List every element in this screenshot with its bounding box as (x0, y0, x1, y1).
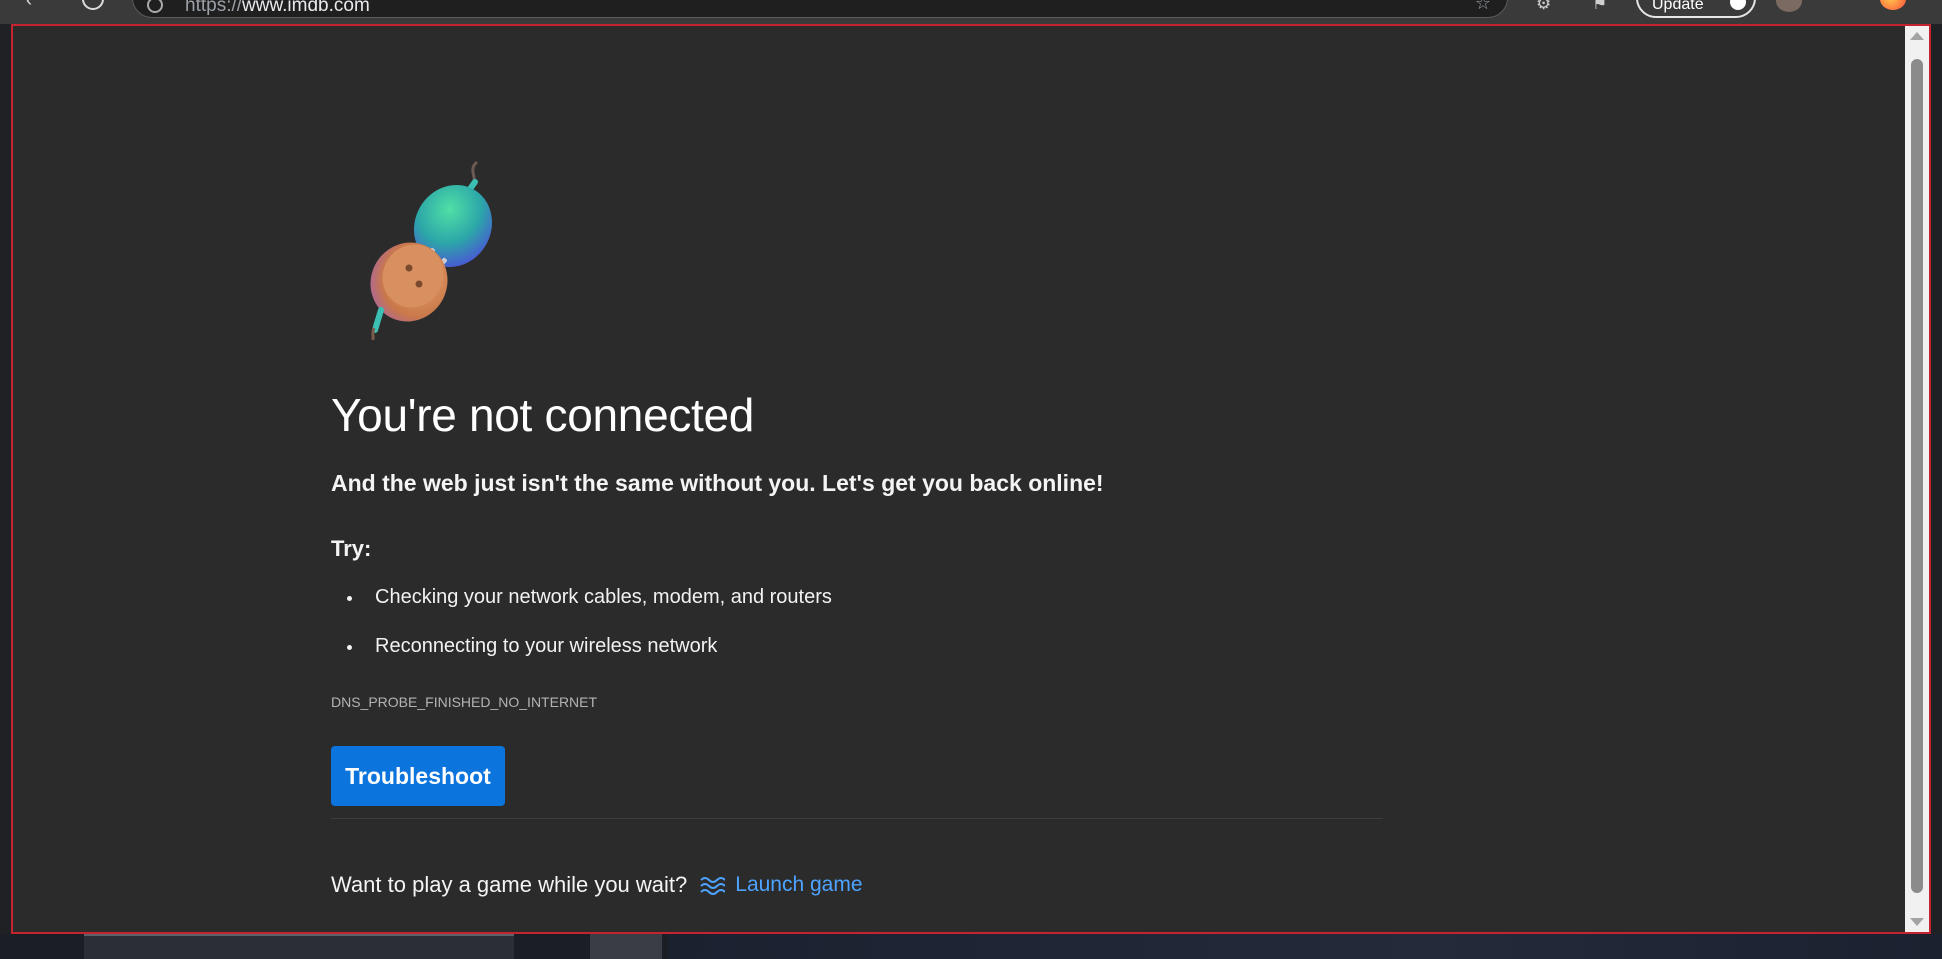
divider (331, 818, 1383, 819)
favorites-icon[interactable]: ⚑ (1592, 0, 1607, 14)
page-title: You're not connected (331, 389, 755, 441)
taskbar (0, 934, 1942, 959)
page-viewport: You're not connected And the web just is… (11, 24, 1931, 934)
page-subtitle: And the web just isn't the same without … (331, 470, 1104, 496)
waves-icon[interactable] (699, 874, 726, 896)
info-icon (1730, 0, 1746, 10)
suggestion-list: Checking your network cables, modem, and… (331, 586, 832, 684)
favorite-star-icon[interactable]: ☆ (1475, 0, 1491, 14)
scroll-up-arrow-icon[interactable] (1910, 32, 1924, 40)
copilot-icon[interactable] (1880, 0, 1906, 10)
site-info-icon[interactable] (147, 0, 163, 13)
extensions-icon[interactable]: ⚙ (1536, 0, 1551, 14)
update-button[interactable]: Update (1636, 0, 1756, 18)
game-prompt-text: Want to play a game while you wait? (331, 872, 688, 897)
back-arrow-icon[interactable]: ‹ (26, 0, 46, 10)
profile-avatar[interactable] (1776, 0, 1802, 12)
scroll-down-arrow-icon[interactable] (1910, 918, 1924, 926)
list-item: Reconnecting to your wireless network (331, 635, 832, 684)
list-item: Checking your network cables, modem, and… (331, 586, 832, 635)
taskbar-app[interactable] (84, 934, 514, 959)
troubleshoot-button[interactable]: Troubleshoot (331, 746, 505, 806)
try-heading: Try: (331, 536, 372, 561)
error-code: DNS_PROBE_FINISHED_NO_INTERNET (331, 694, 598, 710)
unplugged-plug-illustration (370, 160, 493, 340)
game-prompt-row: Want to play a game while you wait? Laun… (331, 872, 863, 898)
address-bar[interactable]: https://www.imdb.com ☆ (132, 0, 1508, 18)
vertical-scrollbar[interactable] (1905, 26, 1929, 932)
url-text: https://www.imdb.com (185, 0, 370, 16)
launch-game-link[interactable]: Launch game (735, 873, 862, 897)
scrollbar-thumb[interactable] (1911, 59, 1923, 893)
taskbar-app[interactable] (590, 934, 662, 959)
taskbar-background (668, 934, 1942, 959)
browser-toolbar: ‹ https://www.imdb.com ☆ ⚙ ⚑ Update (0, 0, 1942, 24)
reload-icon[interactable] (82, 0, 104, 10)
